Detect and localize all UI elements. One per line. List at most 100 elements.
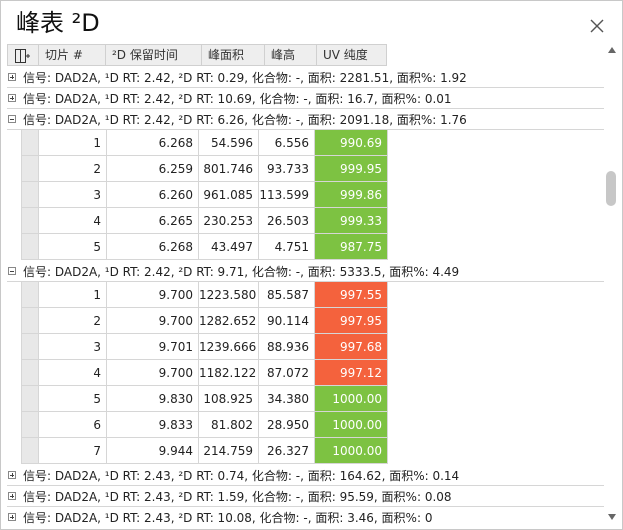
row-selector[interactable] (21, 308, 39, 334)
group-row[interactable]: 信号: DAD2A, ¹D RT: 2.42, ²D RT: 0.29, 化合物… (7, 67, 604, 88)
scroll-down-arrow-icon[interactable] (608, 514, 616, 520)
row-selector[interactable] (21, 156, 39, 182)
cell-area: 961.085 (199, 182, 259, 208)
cell-slice: 5 (39, 234, 107, 260)
cell-slice: 2 (39, 308, 107, 334)
cell-rt: 9.700 (107, 282, 199, 308)
table-row[interactable]: 1 6.268 54.596 6.556 990.69 (21, 130, 388, 156)
row-selector[interactable] (21, 386, 39, 412)
table-row[interactable]: 3 9.701 1239.666 88.936 997.68 (21, 334, 388, 360)
group-row[interactable]: 信号: DAD2A, ¹D RT: 2.43, ²D RT: 1.59, 化合物… (7, 486, 604, 507)
row-selector[interactable] (21, 360, 39, 386)
plus-box-icon[interactable] (8, 513, 16, 521)
cell-uv-purity: 1000.00 (315, 386, 388, 412)
table-row[interactable]: 7 9.944 214.759 26.327 1000.00 (21, 438, 388, 464)
cell-height: 93.733 (259, 156, 315, 182)
group-label: 信号: DAD2A, ¹D RT: 2.42, ²D RT: 0.29, 化合物… (23, 70, 467, 85)
table-body: 信号: DAD2A, ¹D RT: 2.42, ²D RT: 0.29, 化合物… (7, 67, 604, 527)
cell-height: 87.072 (259, 360, 315, 386)
row-selector[interactable] (21, 130, 39, 156)
cell-area: 1182.122 (199, 360, 259, 386)
group-row[interactable]: 信号: DAD2A, ¹D RT: 2.43, ²D RT: 10.08, 化合… (7, 507, 604, 527)
table-header: 切片 # ²D 保留时间 峰面积 峰高 UV 纯度 (7, 44, 387, 66)
cell-rt: 6.268 (107, 130, 199, 156)
group-label: 信号: DAD2A, ¹D RT: 2.43, ²D RT: 10.08, 化合… (23, 510, 433, 525)
minus-box-icon[interactable] (8, 115, 16, 123)
plus-box-icon[interactable] (8, 471, 16, 479)
table-row[interactable]: 5 9.830 108.925 34.380 1000.00 (21, 386, 388, 412)
plus-box-icon[interactable] (8, 94, 16, 102)
row-selector[interactable] (21, 438, 39, 464)
cell-slice: 3 (39, 182, 107, 208)
cell-uv-purity: 997.55 (315, 282, 388, 308)
scroll-up-arrow-icon[interactable] (608, 47, 616, 53)
column-chooser-button[interactable] (7, 44, 39, 66)
table-row[interactable]: 2 6.259 801.746 93.733 999.95 (21, 156, 388, 182)
cell-height: 26.327 (259, 438, 315, 464)
cell-uv-purity: 999.33 (315, 208, 388, 234)
row-selector[interactable] (21, 282, 39, 308)
row-selector[interactable] (21, 234, 39, 260)
row-selector[interactable] (21, 334, 39, 360)
cell-rt: 9.701 (107, 334, 199, 360)
plus-box-icon[interactable] (8, 492, 16, 500)
cell-rt: 9.830 (107, 386, 199, 412)
cell-slice: 5 (39, 386, 107, 412)
cell-height: 28.950 (259, 412, 315, 438)
cell-uv-purity: 997.68 (315, 334, 388, 360)
cell-slice: 6 (39, 412, 107, 438)
cell-uv-purity: 990.69 (315, 130, 388, 156)
cell-slice: 4 (39, 208, 107, 234)
table-row[interactable]: 1 9.700 1223.580 85.587 997.55 (21, 282, 388, 308)
column-header-uv-purity[interactable]: UV 纯度 (317, 44, 387, 66)
cell-slice: 3 (39, 334, 107, 360)
cell-area: 230.253 (199, 208, 259, 234)
cell-height: 26.503 (259, 208, 315, 234)
cell-height: 88.936 (259, 334, 315, 360)
group-row[interactable]: 信号: DAD2A, ¹D RT: 2.42, ²D RT: 10.69, 化合… (7, 88, 604, 109)
cell-uv-purity: 1000.00 (315, 412, 388, 438)
plus-box-icon[interactable] (8, 73, 16, 81)
group-row[interactable]: 信号: DAD2A, ¹D RT: 2.42, ²D RT: 9.71, 化合物… (7, 261, 604, 282)
row-selector[interactable] (21, 182, 39, 208)
cell-height: 6.556 (259, 130, 315, 156)
cell-uv-purity: 1000.00 (315, 438, 388, 464)
cell-uv-purity: 987.75 (315, 234, 388, 260)
row-selector[interactable] (21, 208, 39, 234)
cell-slice: 7 (39, 438, 107, 464)
vertical-scrollbar[interactable] (604, 44, 620, 528)
table-row[interactable]: 2 9.700 1282.652 90.114 997.95 (21, 308, 388, 334)
group-row[interactable]: 信号: DAD2A, ¹D RT: 2.42, ²D RT: 6.26, 化合物… (7, 109, 604, 130)
close-icon[interactable] (586, 15, 608, 37)
window-title: 峰表 ²D (16, 9, 100, 37)
cell-area: 54.596 (199, 130, 259, 156)
column-header-rt[interactable]: ²D 保留时间 (106, 44, 202, 66)
cell-area: 108.925 (199, 386, 259, 412)
cell-height: 90.114 (259, 308, 315, 334)
cell-uv-purity: 997.95 (315, 308, 388, 334)
table-row[interactable]: 4 6.265 230.253 26.503 999.33 (21, 208, 388, 234)
table-row[interactable]: 6 9.833 81.802 28.950 1000.00 (21, 412, 388, 438)
column-header-height[interactable]: 峰高 (265, 44, 317, 66)
cell-height: 34.380 (259, 386, 315, 412)
cell-slice: 1 (39, 282, 107, 308)
column-header-slice[interactable]: 切片 # (39, 44, 106, 66)
cell-area: 801.746 (199, 156, 259, 182)
table-row[interactable]: 3 6.260 961.085 113.599 999.86 (21, 182, 388, 208)
cell-area: 43.497 (199, 234, 259, 260)
cell-rt: 6.265 (107, 208, 199, 234)
group-label: 信号: DAD2A, ¹D RT: 2.42, ²D RT: 10.69, 化合… (23, 91, 452, 106)
table-row[interactable]: 5 6.268 43.497 4.751 987.75 (21, 234, 388, 260)
cell-slice: 1 (39, 130, 107, 156)
cell-rt: 9.944 (107, 438, 199, 464)
scrollbar-thumb[interactable] (606, 171, 616, 206)
cell-uv-purity: 997.12 (315, 360, 388, 386)
column-header-area[interactable]: 峰面积 (202, 44, 265, 66)
group-label: 信号: DAD2A, ¹D RT: 2.42, ²D RT: 6.26, 化合物… (23, 112, 467, 127)
row-selector[interactable] (21, 412, 39, 438)
cell-rt: 6.268 (107, 234, 199, 260)
minus-box-icon[interactable] (8, 267, 16, 275)
group-row[interactable]: 信号: DAD2A, ¹D RT: 2.43, ²D RT: 0.74, 化合物… (7, 465, 604, 486)
cell-rt: 9.833 (107, 412, 199, 438)
table-row[interactable]: 4 9.700 1182.122 87.072 997.12 (21, 360, 388, 386)
